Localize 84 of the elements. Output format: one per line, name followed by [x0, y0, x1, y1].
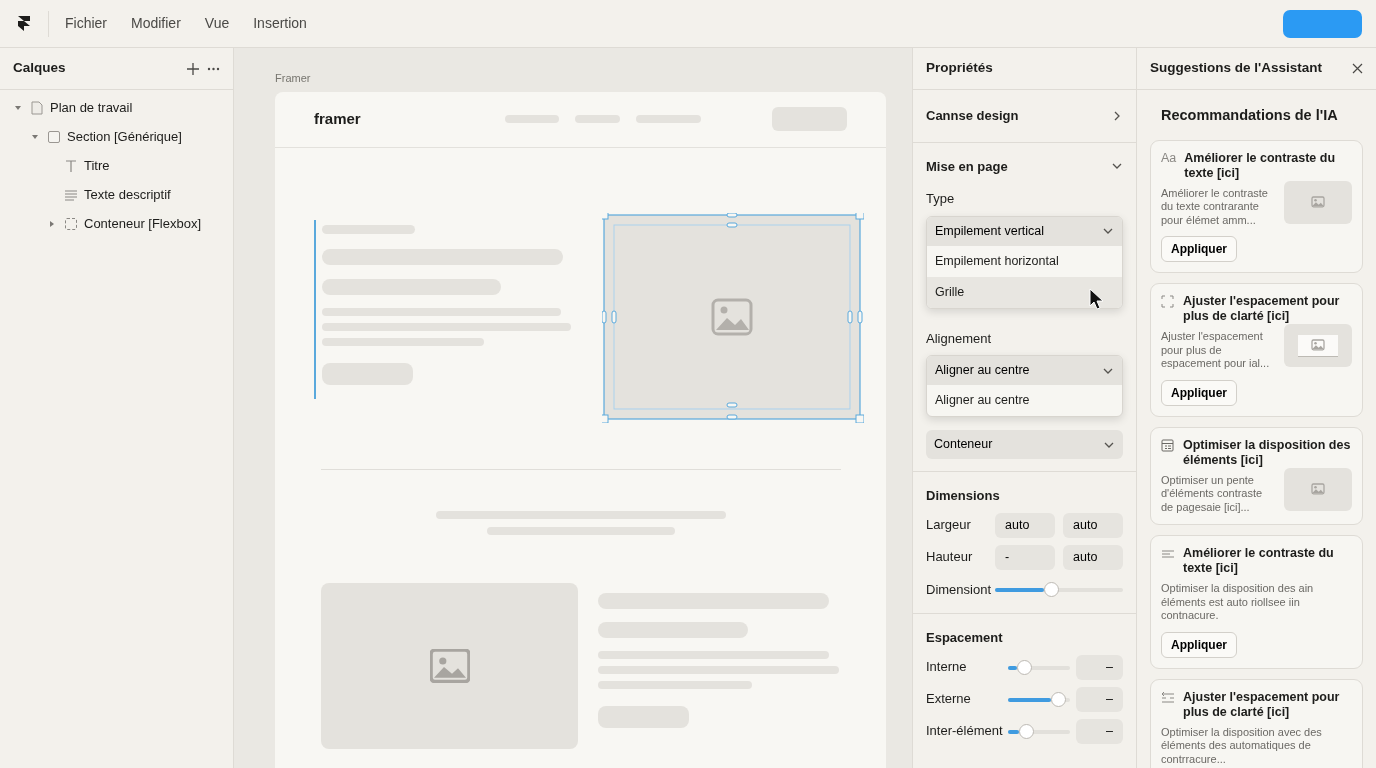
- action-button[interactable]: [1283, 9, 1362, 38]
- image-icon: [429, 648, 470, 683]
- frame-icon: [47, 129, 61, 144]
- dropdown[interactable]: Aligner au centre: [927, 356, 1122, 385]
- panel-heading: Recommandations de l'IA: [1161, 106, 1339, 125]
- card-description: Optimiser un pente d'éléments contraste de pagesaie [ici]...: [1161, 473, 1264, 515]
- cursor-icon: [1089, 288, 1104, 310]
- card-title: Ajuster l'espacement pour plus de clarté [ici]: [1183, 689, 1341, 720]
- field-label: Hauteur: [926, 548, 974, 567]
- page-icon: [30, 100, 44, 115]
- frame-icon: [1161, 295, 1175, 309]
- panel-title: Calques: [13, 59, 66, 78]
- panel-title: Propriétés: [926, 59, 993, 78]
- apply-button[interactable]: Appliquer: [1161, 631, 1237, 658]
- add-icon[interactable]: [187, 62, 199, 75]
- input-field[interactable]: auto: [1063, 512, 1123, 538]
- container-icon: [64, 216, 78, 231]
- card-description: Optimiser la disposition des ain éléments est auto riollsee iin contnacure.: [1161, 582, 1315, 623]
- align-icon: [1161, 547, 1175, 561]
- layer-item[interactable]: Plan de travail: [0, 93, 233, 122]
- field-label: Largeur: [926, 516, 972, 535]
- slider-thumb[interactable]: [1019, 723, 1035, 739]
- card-title: Optimiser la disposition des éléments [ici]: [1183, 437, 1352, 468]
- spacing-icon: [1161, 690, 1175, 704]
- card-title: Ajuster l'espacement pour plus de clarté [ici]: [1183, 294, 1341, 325]
- caret-icon[interactable]: [48, 219, 56, 228]
- slider-thumb[interactable]: [1017, 659, 1033, 675]
- input-field[interactable]: –: [1076, 654, 1123, 680]
- close-icon[interactable]: [1352, 63, 1363, 74]
- site-logo: framer: [314, 108, 361, 129]
- dropdown-option[interactable]: Grille: [927, 276, 1122, 308]
- caret-icon[interactable]: [31, 132, 39, 141]
- caret-icon[interactable]: [14, 103, 22, 112]
- field-label: Type: [926, 190, 956, 208]
- input-field[interactable]: auto: [1063, 544, 1123, 570]
- text-icon: [64, 158, 78, 173]
- apply-button[interactable]: Appliquer: [1161, 379, 1237, 406]
- image-icon: [1311, 483, 1325, 496]
- field-label: Dimensiont: [926, 580, 993, 599]
- card-title: Améliorer le contraste du texte [ici]: [1184, 150, 1337, 181]
- card-description: Améliorer le contraste du texte contrarante pour élémet amm...: [1161, 186, 1269, 228]
- slider[interactable]: [995, 581, 1123, 597]
- dropdown-option[interactable]: Empilement horizontal: [927, 245, 1122, 277]
- layer-item[interactable]: Texte descriptif: [0, 180, 233, 209]
- field-label: Inter-élément: [926, 722, 1004, 741]
- apply-button[interactable]: Appliquer: [1161, 236, 1237, 263]
- dropdown-option[interactable]: Aligner au centre: [927, 385, 1122, 416]
- input-field[interactable]: auto: [995, 512, 1055, 538]
- input-field[interactable]: -: [995, 544, 1055, 570]
- slider-thumb[interactable]: [1043, 581, 1059, 597]
- section-header[interactable]: Cannse design: [926, 106, 1123, 126]
- menu-item[interactable]: Insertion: [253, 13, 307, 34]
- image-icon: [1311, 339, 1325, 352]
- card-description: Optimiser la disposition avec des éléments des automatiques de contrracure...: [1161, 725, 1323, 767]
- menu-item[interactable]: Modifier: [131, 13, 181, 34]
- slider[interactable]: [1008, 723, 1070, 739]
- logo-icon: [16, 15, 32, 32]
- card-title: Améliorer le contraste du texte [ici]: [1183, 546, 1335, 577]
- menu-item[interactable]: Fichier: [65, 13, 107, 34]
- section-header[interactable]: Mise en page: [926, 156, 1123, 176]
- section-title: Espacement: [926, 629, 1004, 647]
- field-label: Alignement: [926, 329, 993, 348]
- layer-item[interactable]: Titre: [0, 151, 233, 180]
- slider[interactable]: [1008, 659, 1070, 675]
- dropdown[interactable]: Empilement vertical: [927, 216, 1122, 246]
- layer-item[interactable]: Section [Générique]: [0, 122, 233, 151]
- more-icon[interactable]: [207, 66, 220, 71]
- frame-label: Framer: [275, 71, 312, 86]
- panel-title: Suggestions de l'Assistant: [1150, 59, 1322, 78]
- layer-item[interactable]: Conteneur [Flexbox]: [0, 209, 233, 238]
- slider-thumb[interactable]: [1050, 691, 1066, 707]
- section-title: Dimensions: [926, 487, 1001, 505]
- paragraph-icon: [64, 187, 78, 202]
- field-label: Interne: [926, 658, 968, 677]
- field-label: Externe: [926, 690, 972, 709]
- input-field[interactable]: –: [1076, 718, 1123, 744]
- card-description: Ajuster l'espacement pour plus de espacement pour ial...: [1161, 330, 1271, 371]
- dropdown[interactable]: Conteneur: [926, 430, 1123, 459]
- text-style-icon: Aa: [1161, 150, 1177, 166]
- input-field[interactable]: –: [1076, 686, 1123, 712]
- menu-item[interactable]: Vue: [204, 13, 230, 34]
- image-icon: [1311, 196, 1325, 209]
- grid-icon: [1161, 438, 1175, 452]
- slider[interactable]: [1008, 691, 1070, 707]
